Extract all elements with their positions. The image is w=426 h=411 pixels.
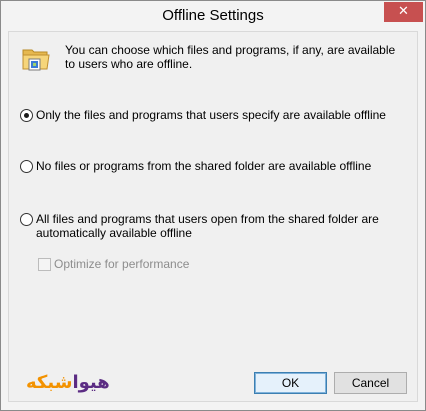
folder-icon: [22, 49, 50, 71]
option-no-files-label[interactable]: No files or programs from the shared fol…: [36, 159, 406, 173]
cancel-button[interactable]: Cancel: [334, 372, 407, 394]
radio-no-files[interactable]: [20, 160, 33, 173]
watermark-part1: هیوا: [72, 372, 110, 393]
radio-all-files[interactable]: [20, 213, 33, 226]
offline-settings-dialog: Offline Settings ✕ You can choose which …: [0, 0, 426, 411]
option-all-files-label[interactable]: All files and programs that users open f…: [36, 212, 406, 240]
option-no-files[interactable]: No files or programs from the shared fol…: [20, 159, 406, 173]
option-user-specified-label[interactable]: Only the files and programs that users s…: [36, 108, 406, 122]
ok-button[interactable]: OK: [254, 372, 327, 394]
optimize-checkbox: [38, 257, 51, 271]
close-icon: ✕: [398, 4, 409, 19]
close-button[interactable]: ✕: [384, 2, 423, 22]
optimize-label: Optimize for performance: [54, 257, 190, 271]
option-user-specified[interactable]: Only the files and programs that users s…: [20, 108, 406, 122]
dialog-body: You can choose which files and programs,…: [8, 31, 418, 402]
optimize-performance: Optimize for performance: [38, 257, 189, 271]
radio-user-specified[interactable]: [20, 109, 33, 122]
option-all-files[interactable]: All files and programs that users open f…: [20, 212, 406, 240]
title-bar[interactable]: Offline Settings ✕: [1, 1, 425, 31]
intro-text: You can choose which files and programs,…: [65, 43, 396, 71]
dialog-title: Offline Settings: [162, 7, 264, 24]
watermark-logo: هیواشبکه: [26, 372, 110, 393]
watermark-part2: شبکه: [26, 372, 73, 393]
